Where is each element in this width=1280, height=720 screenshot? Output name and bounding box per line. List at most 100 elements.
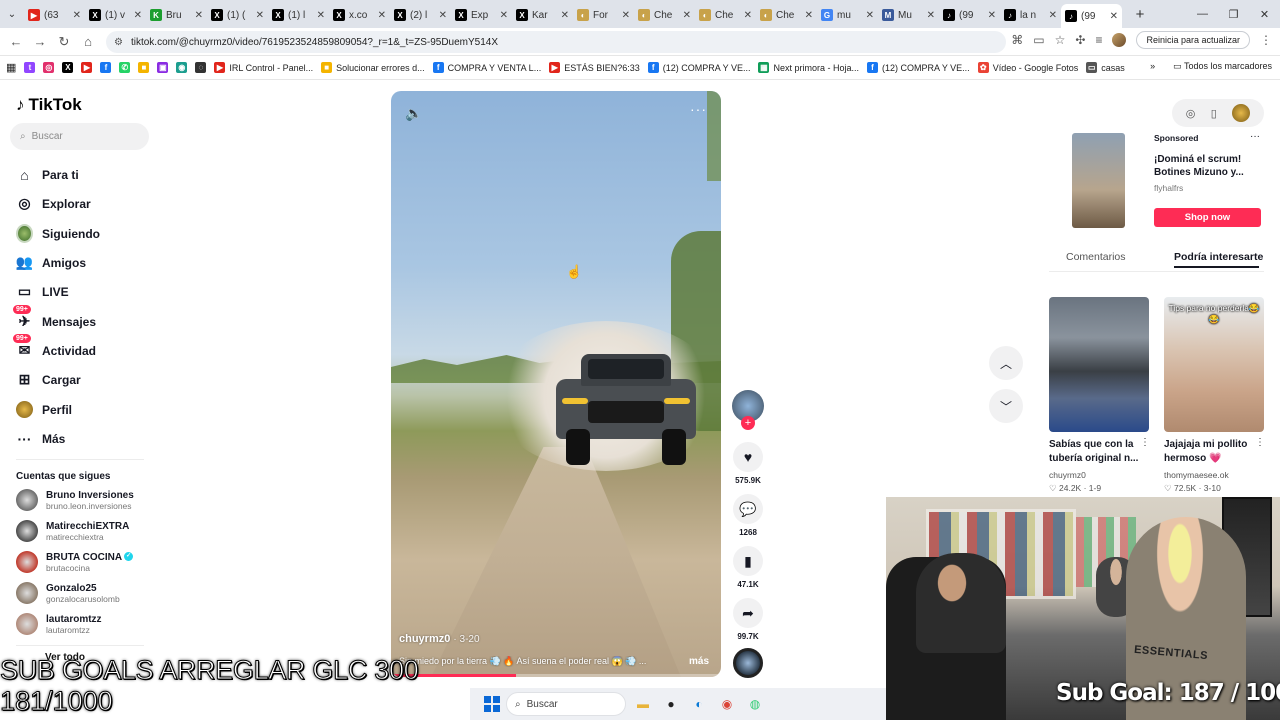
tab-close-icon[interactable]: ✕: [378, 10, 386, 21]
edge-icon[interactable]: ◐: [688, 693, 710, 715]
bookmark-item[interactable]: ▦ Next primora - Hoja...: [758, 62, 859, 73]
browser-tab[interactable]: ♪ (99 ✕: [939, 4, 1000, 26]
all-bookmarks-button[interactable]: ▭ Todos los marcadores: [1173, 61, 1272, 72]
browser-tab[interactable]: Xx.co ✕: [329, 4, 390, 26]
creator-avatar-button[interactable]: +: [731, 390, 765, 430]
tab-comments[interactable]: Comentarios: [1066, 251, 1126, 263]
bookmark-item[interactable]: ◎: [43, 62, 55, 73]
tab-close-icon[interactable]: ✕: [317, 10, 325, 21]
sidebar-item-actividad[interactable]: ✉ 99+ Actividad: [13, 334, 96, 359]
recommended-video-author[interactable]: thomymaesee.ok: [1164, 470, 1229, 480]
search-input[interactable]: ⌕ Buscar: [10, 123, 149, 150]
share-button[interactable]: ➦ 99.7K: [731, 598, 765, 641]
sponsored-more-icon[interactable]: ···: [1250, 131, 1260, 142]
video-progress-bar[interactable]: [391, 674, 721, 677]
update-button[interactable]: Reinicia para actualizar: [1136, 31, 1250, 49]
video-author[interactable]: chuyrmz0 · 3-20: [399, 633, 480, 645]
browser-tab[interactable]: ♪ la n ✕: [1000, 4, 1061, 26]
bookmark-item[interactable]: t: [24, 62, 36, 73]
followed-account[interactable]: Gonzalo25 gonzalocarusolomb: [16, 582, 120, 604]
home-button-icon[interactable]: ⌂: [76, 34, 100, 49]
sidebar-item-mensajes[interactable]: ✈ 99+ Mensajes: [13, 305, 96, 330]
tab-close-icon[interactable]: ✕: [927, 10, 935, 21]
browser-tab[interactable]: Gmu ✕: [817, 4, 878, 26]
browser-tab[interactable]: ♪ (99 ✕: [1061, 4, 1122, 28]
windows-start-icon[interactable]: [484, 696, 500, 712]
new-tab-button[interactable]: +: [1128, 6, 1152, 23]
close-window-icon[interactable]: ✕: [1249, 8, 1280, 21]
back-icon[interactable]: ←: [4, 34, 28, 49]
bookmark-item[interactable]: f (12) COMPRA Y VE...: [866, 62, 970, 73]
next-video-button[interactable]: ﹀: [989, 389, 1023, 423]
sidebar-item-siguiendo[interactable]: Siguiendo: [16, 224, 100, 243]
my-avatar[interactable]: [1232, 104, 1251, 122]
comment-button[interactable]: 💬 1268: [731, 494, 765, 537]
recommended-video-thumbnail[interactable]: Tips para no perderla😂😂: [1164, 297, 1264, 432]
bookmark-item[interactable]: ■ Solucionar errores d...: [321, 62, 425, 73]
tab-suggested[interactable]: Podría interesarte: [1174, 251, 1263, 263]
followed-account[interactable]: BRUTA COCINA ✓ brutacocina: [16, 551, 134, 573]
app-icon[interactable]: ●: [660, 693, 682, 715]
caption-more-button[interactable]: más: [689, 656, 709, 667]
browser-tab[interactable]: X (1) v ✕: [85, 4, 146, 26]
sidebar-item-amigos[interactable]: 👥 Amigos: [16, 254, 86, 271]
reload-icon[interactable]: ↻: [52, 34, 76, 50]
browser-tab[interactable]: X Kar ✕: [512, 4, 573, 26]
bookmark-item[interactable]: f: [100, 62, 112, 73]
browser-tab[interactable]: K Bru ✕: [146, 4, 207, 26]
cast-icon[interactable]: ▭: [1033, 33, 1044, 47]
tab-close-icon[interactable]: ✕: [500, 10, 508, 21]
recommended-video-title[interactable]: Jajajaja mi pollito hermoso 💗: [1164, 438, 1260, 466]
bookmark-star-icon[interactable]: ☆: [1055, 33, 1066, 47]
bookmark-item[interactable]: ▶ IRL Control - Panel...: [214, 62, 313, 73]
tab-close-icon[interactable]: ✕: [256, 10, 264, 21]
recommended-more-icon[interactable]: ⋮: [1255, 437, 1265, 448]
previous-video-button[interactable]: ︿: [989, 346, 1023, 380]
shop-now-button[interactable]: Shop now: [1154, 208, 1261, 227]
recommended-video-thumbnail[interactable]: [1049, 297, 1149, 432]
tab-close-icon[interactable]: ✕: [805, 10, 813, 21]
tab-close-icon[interactable]: ✕: [73, 10, 81, 21]
tab-close-icon[interactable]: ✕: [744, 10, 752, 21]
bookmark-item[interactable]: f COMPRA Y VENTA L...: [432, 62, 541, 73]
tab-close-icon[interactable]: ✕: [195, 10, 203, 21]
chrome-icon[interactable]: ◉: [716, 693, 738, 715]
restore-icon[interactable]: ❐: [1218, 8, 1249, 21]
file-explorer-icon[interactable]: ▬: [632, 693, 654, 715]
browser-tab[interactable]: X (1) l ✕: [268, 4, 329, 26]
menu-kebab-icon[interactable]: ⋮: [1260, 33, 1272, 47]
sidebar-item-cargar[interactable]: ⊞ Cargar: [16, 371, 81, 388]
browser-tab[interactable]: X (2) l ✕: [390, 4, 451, 26]
sidebar-item-perfil[interactable]: Perfil: [16, 401, 72, 418]
followed-account[interactable]: MatirecchiEXTRA matirecchiextra: [16, 520, 129, 542]
browser-tab[interactable]: ◐ For ✕: [573, 4, 634, 26]
bookmark-item[interactable]: ◉: [176, 62, 188, 73]
sidebar-item-explorar[interactable]: ◎ Explorar: [16, 195, 90, 212]
tab-close-icon[interactable]: ✕: [1110, 11, 1118, 22]
browser-tab[interactable]: ◐ Che ✕: [756, 4, 817, 26]
tab-search-chevron-icon[interactable]: ⌄: [0, 0, 24, 28]
sidebar-item-para-ti[interactable]: ⌂ Para ti: [16, 166, 78, 183]
tab-close-icon[interactable]: ✕: [439, 10, 447, 21]
bookmark-item[interactable]: ▣: [157, 62, 169, 73]
device-icon[interactable]: ▯: [1211, 107, 1217, 120]
tiktok-logo[interactable]: ♪ TikTok: [16, 95, 82, 115]
bookmark-item[interactable]: ■: [138, 62, 150, 73]
followed-account[interactable]: lautaromtzz lautaromtzz: [16, 613, 102, 635]
tab-close-icon[interactable]: ✕: [683, 10, 691, 21]
tab-close-icon[interactable]: ✕: [988, 10, 996, 21]
recommended-video-title[interactable]: Sabías que con la tubería original n...: [1049, 438, 1145, 466]
media-icon[interactable]: ≡: [1095, 33, 1102, 47]
sidebar-item-live[interactable]: ▭ LIVE: [16, 283, 69, 300]
green-app-icon[interactable]: ◍: [744, 693, 766, 715]
like-button[interactable]: ♥ 575.9K: [731, 442, 765, 485]
bookmark-item[interactable]: ◌: [195, 62, 207, 73]
bookmark-item[interactable]: X: [62, 62, 74, 73]
video-more-icon[interactable]: ···: [690, 101, 707, 117]
tab-close-icon[interactable]: ✕: [1049, 10, 1057, 21]
bookmark-item[interactable]: ✿ Vídeo - Google Fotos: [977, 62, 1078, 73]
tab-close-icon[interactable]: ✕: [866, 10, 874, 21]
bookmarks-overflow-icon[interactable]: »: [1150, 61, 1155, 72]
sidebar-item-más[interactable]: ··· Más: [16, 430, 66, 447]
browser-tab[interactable]: X (1) (✕: [207, 4, 268, 26]
